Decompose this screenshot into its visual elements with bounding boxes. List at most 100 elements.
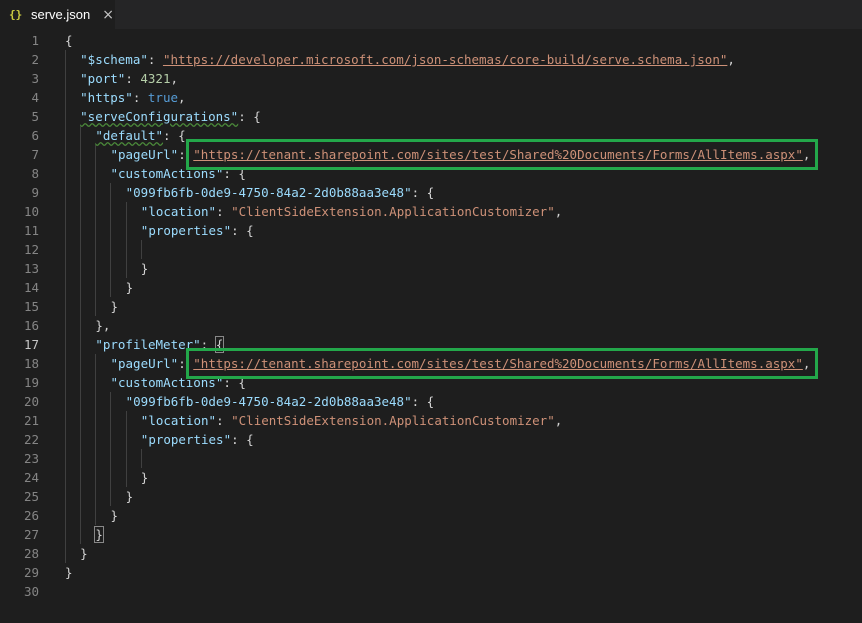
code-line[interactable]: "099fb6fb-0de9-4750-84a2-2d0b88aa3e48": …: [126, 392, 435, 411]
code-token: {: [65, 33, 73, 48]
code-line[interactable]: "099fb6fb-0de9-4750-84a2-2d0b88aa3e48": …: [126, 183, 435, 202]
indent-guide: [110, 430, 112, 449]
code-line[interactable]: {: [65, 31, 73, 50]
indent-guide: [110, 202, 112, 221]
code-line[interactable]: "$schema": "https://developer.microsoft.…: [80, 50, 735, 69]
code-token: "properties": [140, 223, 232, 238]
code-line[interactable]: },: [95, 316, 110, 335]
indent-guide: [80, 297, 82, 316]
code-editor[interactable]: 1 2 3 4 5 6 7 8 9 10 11 12 13 14 15 16 17 18 19 20 21 22 23 24 2…: [0, 29, 862, 623]
indent-guide: [65, 354, 66, 373]
indent-guide: [80, 468, 82, 487]
close-icon[interactable]: ×: [102, 7, 114, 23]
indent-guide: [65, 240, 66, 259]
line-number: 16: [23, 318, 39, 333]
indent-guide: [110, 392, 112, 411]
indent-guide: [110, 259, 112, 278]
indent-guide: [110, 487, 112, 506]
code-line[interactable]: "properties": {: [141, 430, 254, 449]
code-token: }: [94, 526, 104, 543]
code-line[interactable]: "https": true,: [80, 88, 185, 107]
indent-guide: [95, 278, 97, 297]
indent-guide: [80, 278, 82, 297]
code-token: true: [147, 90, 179, 105]
indent-guide: [125, 411, 127, 430]
line-number: 29: [23, 565, 39, 580]
code-line[interactable]: }: [110, 506, 118, 525]
indent-guide: [95, 411, 97, 430]
indent-guide: [80, 506, 82, 525]
indent-guide: [80, 126, 82, 145]
indent-guide: [65, 259, 66, 278]
indent-guide: [80, 316, 82, 335]
json-file-icon: {}: [9, 8, 23, 21]
code-token: ,: [554, 413, 563, 428]
code-token: }: [65, 565, 73, 580]
code-line[interactable]: }: [65, 563, 73, 582]
indent-guide: [65, 50, 66, 69]
indent-guide: [110, 449, 112, 468]
indent-guide: [65, 525, 66, 544]
indent-guide: [65, 335, 66, 354]
indent-guide: [95, 164, 97, 183]
line-number: 26: [23, 508, 39, 523]
indent-guide: [65, 468, 66, 487]
indent-guide: [95, 449, 97, 468]
line-number: 2: [31, 52, 39, 67]
line-number: 1: [31, 33, 39, 48]
line-number: 20: [23, 394, 39, 409]
indent-guide: [95, 297, 97, 316]
code-line[interactable]: "default": {: [95, 126, 185, 145]
code-token: : {: [238, 109, 261, 124]
indent-guide: [80, 164, 82, 183]
indent-guide: [65, 145, 66, 164]
line-number: 23: [23, 451, 39, 466]
indent-guide: [65, 392, 66, 411]
line-number: 25: [23, 489, 39, 504]
code-token: "default": [95, 128, 164, 143]
code-line[interactable]: "location": "ClientSideExtension.Applica…: [141, 411, 562, 430]
tab-title: serve.json: [31, 7, 91, 22]
indent-guide: [140, 449, 142, 468]
code-line[interactable]: }: [141, 468, 149, 487]
code-token: "location": [140, 413, 217, 428]
code-line[interactable]: }: [80, 544, 88, 563]
line-number: 14: [23, 280, 39, 295]
code-line[interactable]: }: [126, 487, 134, 506]
line-number: 15: [23, 299, 39, 314]
code-line[interactable]: "properties": {: [141, 221, 254, 240]
indent-guide: [125, 240, 127, 259]
code-line[interactable]: }: [94, 525, 104, 544]
code-line[interactable]: "serveConfigurations": {: [80, 107, 261, 126]
code-line[interactable]: "location": "ClientSideExtension.Applica…: [141, 202, 562, 221]
indent-guide: [125, 221, 127, 240]
indent-guide: [125, 259, 127, 278]
indent-guide: [125, 468, 127, 487]
indent-guide: [140, 240, 142, 259]
indent-guide: [80, 183, 82, 202]
code-token: "pageUrl": [110, 147, 179, 162]
indent-guide: [80, 525, 82, 544]
code-token: : {: [231, 432, 254, 447]
code-line[interactable]: }: [110, 297, 118, 316]
indent-guide: [65, 126, 66, 145]
indent-guide: [65, 430, 66, 449]
indent-guide: [65, 449, 66, 468]
indent-guide: [80, 373, 82, 392]
code-token: 4321: [140, 71, 171, 86]
indent-guide: [65, 69, 66, 88]
indent-guide: [125, 430, 127, 449]
code-line[interactable]: "port": 4321,: [80, 69, 178, 88]
tab-serve-json[interactable]: {} serve.json ×: [0, 0, 115, 29]
code-token: "port": [80, 71, 126, 86]
indent-guide: [80, 259, 82, 278]
code-line[interactable]: }: [126, 278, 134, 297]
line-number: 21: [23, 413, 39, 428]
code-token: :: [132, 90, 148, 105]
indent-guide: [65, 278, 66, 297]
code-token: :: [125, 71, 141, 86]
indent-guide: [65, 164, 66, 183]
indent-guide: [80, 449, 82, 468]
code-token: : {: [163, 128, 186, 143]
code-line[interactable]: }: [141, 259, 149, 278]
